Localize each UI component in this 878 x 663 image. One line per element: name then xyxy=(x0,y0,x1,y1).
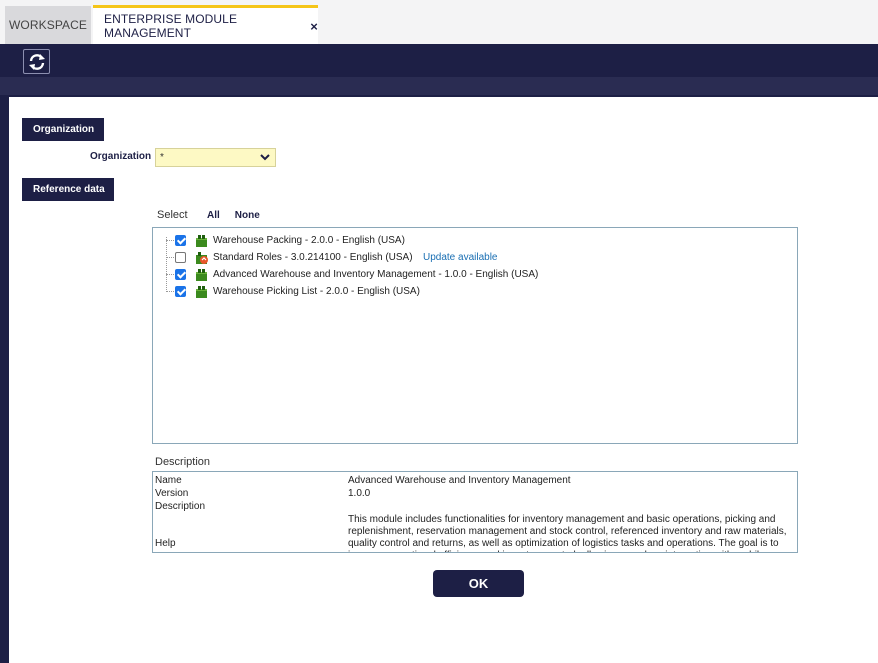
desc-version-value: 1.0.0 xyxy=(348,488,371,499)
toolbar-subbar xyxy=(0,77,878,97)
module-label: Warehouse Packing - 2.0.0 - English (USA… xyxy=(213,235,405,246)
tree-item[interactable]: Advanced Warehouse and Inventory Managem… xyxy=(153,266,793,283)
app-window: WORKSPACE ENTERPRISE MODULE MANAGEMENT ×… xyxy=(0,0,878,663)
checkbox-checked[interactable] xyxy=(175,269,186,280)
description-panel[interactable]: Name Advanced Warehouse and Inventory Ma… xyxy=(152,471,798,553)
package-icon xyxy=(196,285,207,298)
close-icon[interactable]: × xyxy=(310,19,318,34)
desc-name-key: Name xyxy=(155,475,182,486)
tree-item[interactable]: Standard Roles - 3.0.214100 - English (U… xyxy=(153,249,793,266)
tab-enterprise-module-management[interactable]: ENTERPRISE MODULE MANAGEMENT × xyxy=(93,5,318,44)
ok-button[interactable]: OK xyxy=(433,570,524,597)
module-label: Advanced Warehouse and Inventory Managem… xyxy=(213,269,539,280)
toolbar xyxy=(0,44,878,77)
description-title: Description xyxy=(155,456,211,468)
refresh-icon xyxy=(28,53,45,70)
desc-name-value: Advanced Warehouse and Inventory Managem… xyxy=(348,475,571,486)
package-icon xyxy=(196,234,207,247)
package-update-icon xyxy=(196,251,208,264)
left-frame xyxy=(0,97,9,663)
desc-help-key: Help xyxy=(155,538,176,549)
desc-version-key: Version xyxy=(155,488,189,499)
tab-label: ENTERPRISE MODULE MANAGEMENT xyxy=(104,12,238,40)
tab-strip: WORKSPACE ENTERPRISE MODULE MANAGEMENT × xyxy=(0,0,878,44)
desc-description-value: This module includes functionalities for… xyxy=(348,514,787,552)
checkbox-checked[interactable] xyxy=(175,286,186,297)
organization-select-value: * xyxy=(160,152,164,163)
organization-section-button[interactable]: Organization xyxy=(22,118,104,141)
module-label: Standard Roles - 3.0.214100 - English (U… xyxy=(213,252,413,263)
organization-select[interactable]: * xyxy=(155,148,276,167)
select-all-link[interactable]: All xyxy=(207,209,220,221)
update-available-link[interactable]: Update available xyxy=(423,252,498,263)
reference-data-section-button[interactable]: Reference data xyxy=(22,178,114,201)
checkbox-unchecked[interactable] xyxy=(175,252,186,263)
select-row: Select All None xyxy=(157,209,275,221)
select-none-link[interactable]: None xyxy=(235,209,260,221)
desc-description-key: Description xyxy=(155,501,206,512)
select-label: Select xyxy=(157,209,188,221)
organization-label: Organization xyxy=(90,151,152,162)
module-label: Warehouse Picking List - 2.0.0 - English… xyxy=(213,286,420,297)
tab-workspace[interactable]: WORKSPACE xyxy=(5,6,91,44)
module-tree: Warehouse Packing - 2.0.0 - English (USA… xyxy=(152,227,798,444)
chevron-down-icon xyxy=(260,154,270,161)
package-icon xyxy=(196,268,207,281)
tree-item[interactable]: Warehouse Picking List - 2.0.0 - English… xyxy=(153,283,793,300)
tree-item[interactable]: Warehouse Packing - 2.0.0 - English (USA… xyxy=(153,232,793,249)
refresh-button[interactable] xyxy=(23,49,50,74)
checkbox-checked[interactable] xyxy=(175,235,186,246)
